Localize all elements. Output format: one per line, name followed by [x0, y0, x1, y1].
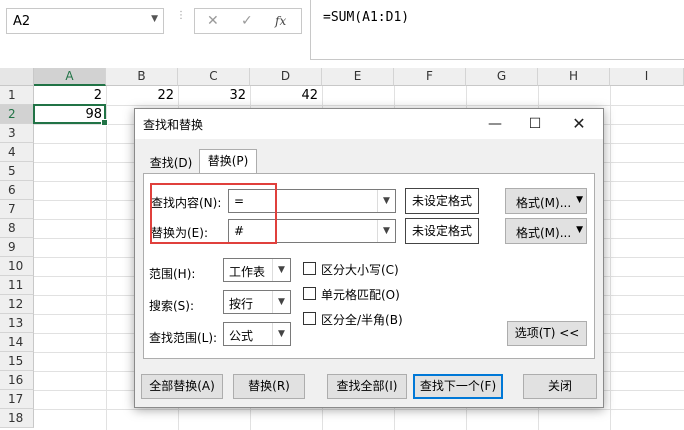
- row-header-2[interactable]: 2: [0, 105, 34, 124]
- replace-button[interactable]: 替换(R): [233, 374, 305, 399]
- replace-format-preview: 未设定格式: [405, 218, 479, 244]
- search-value: 按行: [229, 297, 254, 311]
- row-header-6[interactable]: 6: [0, 181, 34, 200]
- name-box-value: A2: [13, 14, 31, 29]
- gridline: [34, 105, 684, 106]
- column-header-h[interactable]: H: [538, 68, 610, 86]
- resize-handle-icon[interactable]: ⋮: [176, 11, 186, 28]
- find-format-button[interactable]: 格式(M)... ▼: [505, 188, 587, 214]
- dialog-titlebar[interactable]: 查找和替换 — ☐ ✕: [135, 109, 603, 139]
- column-header-c[interactable]: C: [178, 68, 250, 86]
- close-button[interactable]: 关闭: [523, 374, 597, 399]
- gridline: [610, 86, 611, 430]
- minimize-icon[interactable]: —: [475, 109, 515, 139]
- column-header-e[interactable]: E: [322, 68, 394, 86]
- formula-input[interactable]: =SUM(A1:D1): [310, 0, 684, 60]
- look-in-value: 公式: [229, 329, 254, 343]
- column-header-a[interactable]: A: [34, 68, 106, 86]
- chevron-down-icon[interactable]: ▼: [576, 195, 583, 205]
- row-header-16[interactable]: 16: [0, 371, 34, 390]
- row-header-11[interactable]: 11: [0, 276, 34, 295]
- cancel-icon[interactable]: ✕: [207, 13, 219, 29]
- row-header-4[interactable]: 4: [0, 143, 34, 162]
- select-all-corner[interactable]: [0, 68, 34, 86]
- column-header-g[interactable]: G: [466, 68, 538, 86]
- gridline: [34, 409, 684, 410]
- match-cell-checkbox[interactable]: [303, 287, 316, 300]
- chevron-down-icon[interactable]: ▼: [272, 291, 290, 313]
- cell-a1[interactable]: 2: [34, 86, 106, 105]
- column-header-f[interactable]: F: [394, 68, 466, 86]
- enter-icon[interactable]: ✓: [241, 13, 253, 29]
- fill-handle[interactable]: [101, 119, 108, 126]
- formula-buttons: ✕ ✓ fx: [194, 8, 302, 34]
- chevron-down-icon[interactable]: ▼: [377, 220, 395, 242]
- look-in-label: 查找范围(L):: [149, 331, 218, 345]
- match-case-checkbox[interactable]: [303, 262, 316, 275]
- row-header-17[interactable]: 17: [0, 390, 34, 409]
- row-header-14[interactable]: 14: [0, 333, 34, 352]
- match-width-label[interactable]: 区分全/半角(B): [321, 311, 403, 328]
- row-header-12[interactable]: 12: [0, 295, 34, 314]
- tab-find[interactable]: 查找(D): [145, 151, 197, 173]
- find-format-preview: 未设定格式: [405, 188, 479, 214]
- gridline: [106, 86, 107, 430]
- row-header-3[interactable]: 3: [0, 124, 34, 143]
- name-box[interactable]: A2 ▼: [6, 8, 164, 34]
- active-cell-border: [33, 104, 108, 126]
- row-header-1[interactable]: 1: [0, 86, 34, 105]
- match-width-checkbox[interactable]: [303, 312, 316, 325]
- tab-replace[interactable]: 替换(P): [199, 149, 257, 174]
- replace-format-label: 格式(M)...: [516, 226, 572, 240]
- chevron-down-icon[interactable]: ▼: [272, 259, 290, 281]
- row-header-13[interactable]: 13: [0, 314, 34, 333]
- cell-c1[interactable]: 32: [178, 86, 250, 105]
- chevron-down-icon[interactable]: ▼: [151, 14, 158, 24]
- scope-select[interactable]: 工作表 ▼: [223, 258, 291, 282]
- cell-d1[interactable]: 42: [250, 86, 322, 105]
- dialog-title: 查找和替换: [143, 118, 204, 132]
- column-header-b[interactable]: B: [106, 68, 178, 86]
- replace-all-button[interactable]: 全部替换(A): [141, 374, 223, 399]
- find-all-button[interactable]: 查找全部(I): [327, 374, 407, 399]
- close-icon[interactable]: ✕: [559, 109, 599, 139]
- column-header-d[interactable]: D: [250, 68, 322, 86]
- row-header-7[interactable]: 7: [0, 200, 34, 219]
- search-label: 搜索(S):: [149, 299, 195, 313]
- tab-find-label: 查找(D): [149, 156, 193, 170]
- chevron-down-icon[interactable]: ▼: [377, 190, 395, 212]
- find-next-button[interactable]: 查找下一个(F): [413, 374, 503, 399]
- row-header-5[interactable]: 5: [0, 162, 34, 181]
- scope-value: 工作表: [229, 265, 266, 279]
- replace-format-button[interactable]: 格式(M)... ▼: [505, 218, 587, 244]
- row-header-15[interactable]: 15: [0, 352, 34, 371]
- maximize-icon[interactable]: ☐: [515, 109, 555, 139]
- tab-replace-label: 替换(P): [207, 154, 249, 168]
- search-select[interactable]: 按行 ▼: [223, 290, 291, 314]
- options-button[interactable]: 选项(T) <<: [507, 321, 587, 346]
- match-cell-label[interactable]: 单元格匹配(O): [321, 286, 400, 303]
- match-case-label[interactable]: 区分大小写(C): [321, 261, 399, 278]
- highlight-annotation-box: [150, 183, 277, 244]
- insert-function-icon[interactable]: fx: [275, 14, 286, 28]
- look-in-select[interactable]: 公式 ▼: [223, 322, 291, 346]
- row-header-10[interactable]: 10: [0, 257, 34, 276]
- column-header-i[interactable]: I: [610, 68, 684, 86]
- chevron-down-icon[interactable]: ▼: [576, 225, 583, 235]
- scope-label: 范围(H):: [149, 267, 196, 281]
- formula-text: =SUM(A1:D1): [323, 10, 410, 25]
- chevron-down-icon[interactable]: ▼: [272, 323, 290, 345]
- row-header-18[interactable]: 18: [0, 409, 34, 428]
- row-header-9[interactable]: 9: [0, 238, 34, 257]
- cell-b1[interactable]: 22: [106, 86, 178, 105]
- row-header-8[interactable]: 8: [0, 219, 34, 238]
- find-format-label: 格式(M)...: [516, 196, 572, 210]
- find-replace-dialog: 查找和替换 — ☐ ✕ 查找(D) 替换(P) 查找内容(N): = ▼ 未设定…: [134, 108, 604, 408]
